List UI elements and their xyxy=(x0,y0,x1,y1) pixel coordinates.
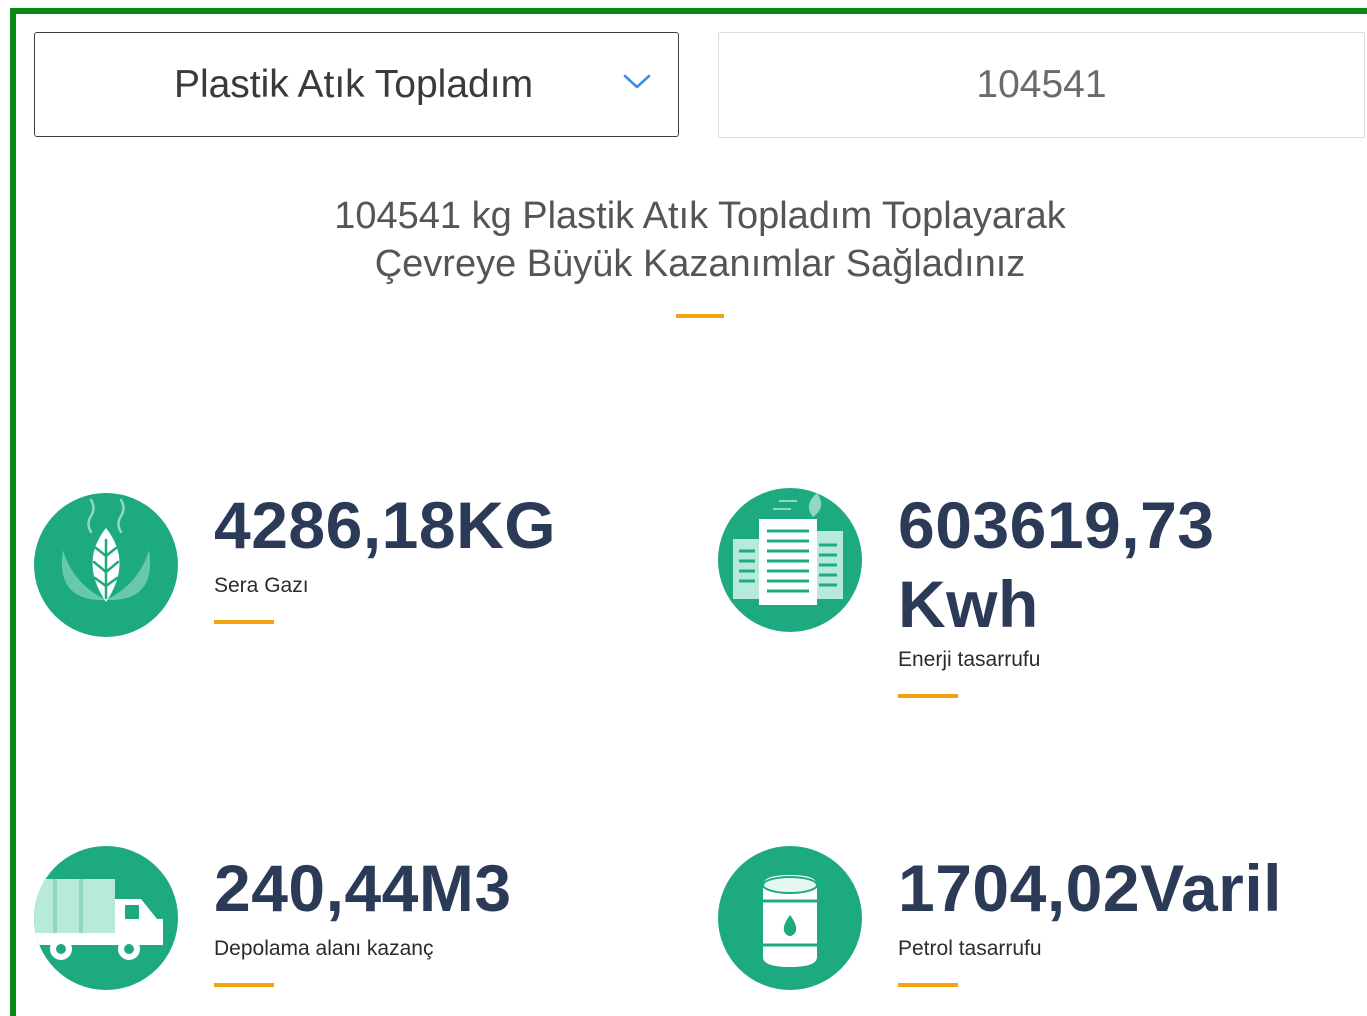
stat-value: 240,44M3 xyxy=(214,851,512,925)
summary-underline xyxy=(676,314,724,318)
waste-type-selected-value: Plastik Atık Topladım xyxy=(173,63,534,106)
stat-value: 4286,18KG xyxy=(214,488,557,562)
frame-border-top xyxy=(10,8,1367,14)
summary-line-2: Çevreye Büyük Kazanımlar Sağladınız xyxy=(374,243,1026,285)
oil-barrel-icon xyxy=(717,845,863,991)
stat-value: 603619,73 xyxy=(898,488,1215,562)
stat-underline xyxy=(898,983,958,987)
stat-label: Petrol tasarrufu xyxy=(898,937,1042,960)
amount-input[interactable] xyxy=(718,32,1365,138)
waste-type-select[interactable]: Plastik Atık Topladım xyxy=(34,32,679,137)
frame-border-left xyxy=(10,8,16,1016)
stat-label: Depolama alanı kazanç xyxy=(214,937,434,960)
stat-label: Enerji tasarrufu xyxy=(898,648,1041,671)
summary-text: 104541 kg Plastik Atık Topladım Toplayar… xyxy=(200,192,1200,288)
stat-underline xyxy=(898,694,958,698)
stat-label: Sera Gazı xyxy=(214,574,309,597)
stat-value-unit: Kwh xyxy=(898,567,1039,641)
stat-value: 1704,02Varil xyxy=(898,851,1283,925)
leaf-icon xyxy=(33,492,179,638)
buildings-icon xyxy=(717,487,863,633)
chevron-down-icon xyxy=(623,74,651,89)
summary-line-1: 104541 kg Plastik Atık Topladım Toplayar… xyxy=(334,195,1066,237)
stat-underline xyxy=(214,983,274,987)
truck-icon xyxy=(33,845,179,991)
stat-underline xyxy=(214,620,274,624)
